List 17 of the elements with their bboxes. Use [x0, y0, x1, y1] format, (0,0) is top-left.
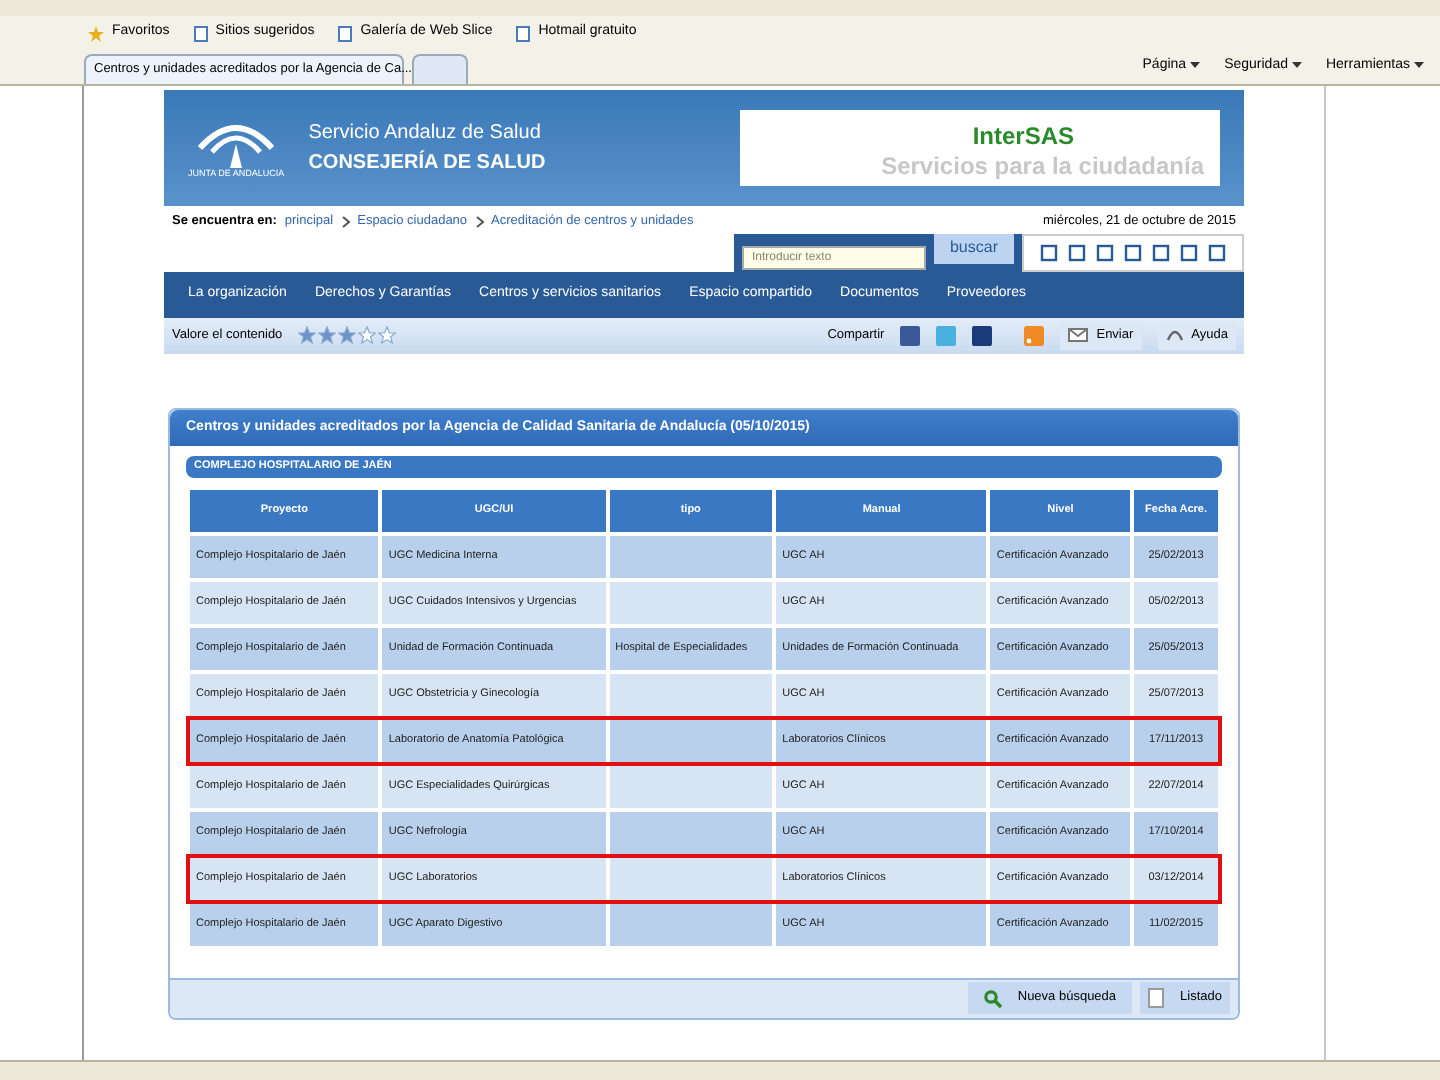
header-subtitle: CONSEJERÍA DE SALUD [308, 148, 546, 178]
star-filled-icon [298, 326, 317, 345]
star-icon [88, 25, 104, 41]
search-button[interactable]: buscar [933, 233, 1014, 264]
rss-icon [1024, 325, 1045, 346]
search-icon [983, 989, 1002, 1008]
caret-icon [1414, 62, 1424, 69]
document-icon [1148, 988, 1165, 1009]
caret-icon [1291, 62, 1302, 69]
star-filled-icon [338, 326, 357, 345]
chevron-icon [341, 215, 350, 228]
header-title: Servicio Andaluz de Salud [308, 120, 543, 148]
envelope-icon [1068, 328, 1089, 343]
caret-icon [1190, 62, 1201, 69]
star-filled-icon [318, 326, 337, 345]
banner-title: InterSAS [972, 120, 1074, 154]
chevron-icon [475, 215, 484, 228]
